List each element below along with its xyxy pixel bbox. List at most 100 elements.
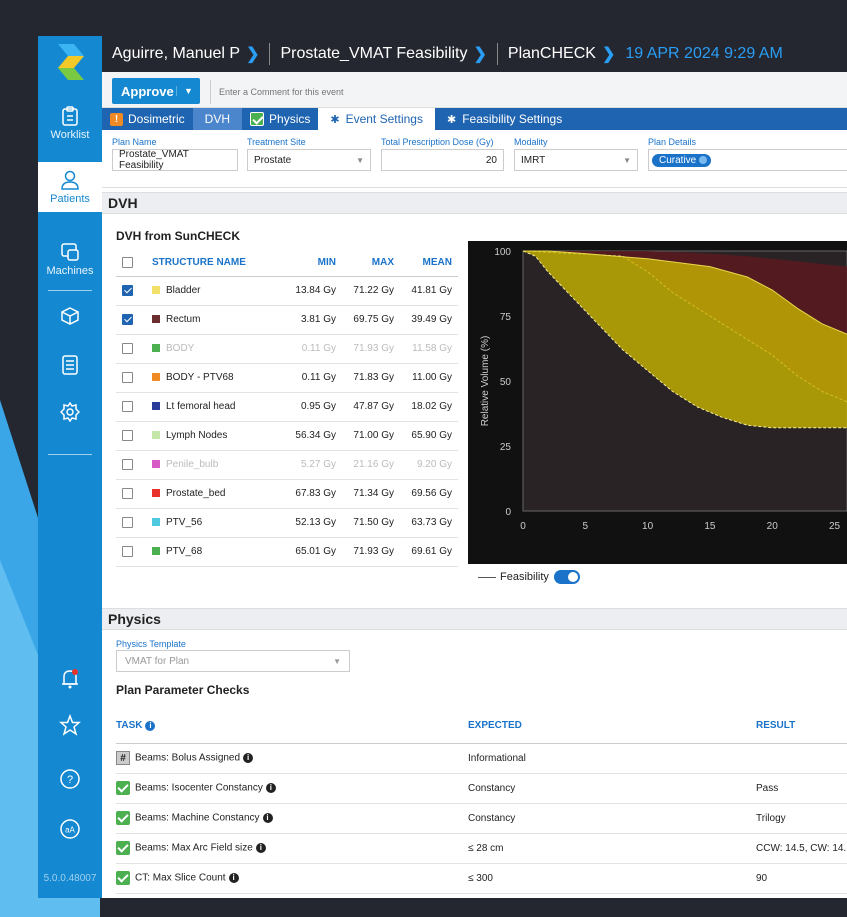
info-icon[interactable]: i — [228, 873, 239, 883]
sidebar-item-label: Patients — [50, 193, 90, 205]
table-row[interactable]: Beams: Machine Constancy i Constancy Trilog… — [116, 803, 847, 834]
table-row[interactable]: # Beams: Bolus Assigned i Informational — [116, 743, 847, 774]
tab-event-settings[interactable]: ✱ Event Settings — [318, 108, 435, 130]
row-checkbox[interactable] — [122, 545, 133, 557]
mean-dose-cell: 18.02 Gy — [400, 392, 458, 422]
plan-details-tag[interactable]: Curative — [652, 153, 712, 167]
max-dose-cell: 71.93 Gy — [342, 334, 400, 364]
notifications-button[interactable] — [38, 668, 102, 693]
tab-physics[interactable]: Physics — [242, 108, 318, 130]
column-header-structure[interactable]: STRUCTURE NAME — [146, 250, 284, 277]
help-icon: ? — [60, 769, 80, 789]
favorites-button[interactable] — [38, 714, 102, 739]
svg-text:aA: aA — [65, 826, 75, 835]
sidebar-item-qa[interactable] — [38, 306, 102, 329]
table-row[interactable]: Penile_bulb 5.27 Gy 21.16 Gy 9.20 Gy — [116, 450, 458, 480]
table-row[interactable]: Lymph Nodes 56.34 Gy 71.00 Gy 65.90 Gy — [116, 421, 458, 451]
row-checkbox[interactable] — [122, 371, 133, 383]
row-checkbox[interactable] — [122, 400, 133, 412]
column-header-task[interactable]: TASK i — [116, 709, 468, 744]
dvh-chart: 0 25 50 75 100 0 5 10 15 20 25 Relative Volume (%) — [468, 241, 847, 564]
sidebar-item-machines[interactable]: Machines — [38, 242, 102, 277]
info-icon[interactable]: i — [243, 753, 254, 763]
chevron-right-icon: ❯ — [601, 46, 616, 63]
modality-select[interactable]: IMRT ▼ — [514, 149, 638, 171]
min-dose-cell: 0.95 Gy — [284, 392, 342, 422]
table-row[interactable]: PTV_56 52.13 Gy 71.50 Gy 63.73 Gy — [116, 508, 458, 538]
row-checkbox[interactable] — [122, 342, 133, 354]
info-icon[interactable]: i — [255, 843, 266, 853]
cube-icon — [61, 307, 79, 325]
column-header-expected[interactable]: EXPECTED — [468, 709, 756, 744]
mean-dose-cell: 63.73 Gy — [400, 508, 458, 538]
plan-details-input[interactable]: Curative — [648, 149, 847, 171]
breadcrumb-divider — [496, 43, 498, 65]
column-header-min[interactable]: MIN — [284, 250, 342, 277]
table-row[interactable]: Beams: Max Arc Field size i ≤ 28 cm CCW: 14… — [116, 833, 847, 864]
info-icon[interactable]: i — [262, 813, 273, 823]
tab-feasibility-settings[interactable]: ✱ Feasibility Settings — [435, 108, 574, 130]
info-icon[interactable]: i — [145, 720, 156, 731]
tab-label: Dosimetric — [128, 112, 185, 126]
table-row[interactable]: BODY 0.11 Gy 71.93 Gy 11.58 Gy — [116, 334, 458, 364]
column-header-result[interactable]: RESULT — [756, 709, 847, 744]
table-row[interactable]: Prostate_bed 67.83 Gy 71.34 Gy 69.56 Gy — [116, 479, 458, 509]
column-header-mean[interactable]: MEAN — [400, 250, 458, 277]
min-dose-cell: 0.11 Gy — [284, 363, 342, 393]
check-icon — [116, 781, 130, 795]
dose-input[interactable]: 20 — [381, 149, 504, 171]
table-row[interactable]: PTV_68 65.01 Gy 71.93 Gy 69.61 Gy — [116, 537, 458, 567]
select-all-checkbox[interactable] — [122, 257, 133, 269]
x-tick-label: 20 — [767, 521, 779, 532]
approve-button[interactable]: Approve ▼ — [112, 78, 200, 104]
structure-color-swatch — [152, 460, 160, 469]
plan-details-field: Plan Details Curative — [648, 137, 847, 171]
table-row[interactable]: CT: Max Slice Count i ≤ 300 90 — [116, 863, 847, 894]
row-checkbox[interactable] — [122, 429, 133, 441]
field-label: Plan Details — [648, 137, 697, 147]
tab-dvh[interactable]: DVH — [192, 108, 243, 130]
sidebar-item-settings[interactable] — [38, 402, 102, 425]
bell-icon — [62, 669, 78, 689]
comment-input[interactable] — [210, 80, 810, 104]
table-row[interactable]: BODY - PTV68 0.11 Gy 71.83 Gy 11.00 Gy — [116, 363, 458, 393]
plan-name-input[interactable]: Prostate_VMAT Feasibility — [112, 149, 238, 171]
tab-dosimetric[interactable]: ! Dosimetric — [102, 108, 193, 130]
table-row[interactable]: Lt femoral head 0.95 Gy 47.87 Gy 18.02 Gy — [116, 392, 458, 422]
max-dose-cell: 69.75 Gy — [342, 305, 400, 335]
physics-template-select[interactable]: VMAT for Plan ▼ — [116, 650, 350, 672]
sidebar-item-worklist[interactable]: Worklist — [38, 106, 102, 141]
structure-name: Penile_bulb — [166, 459, 219, 470]
dvh-subtitle: DVH from SunCHECK — [116, 229, 241, 243]
min-dose-cell: 52.13 Gy — [284, 508, 342, 538]
row-checkbox[interactable] — [122, 313, 133, 325]
feasibility-toggle[interactable] — [553, 570, 580, 584]
structure-name-cell: BODY — [146, 334, 284, 364]
breadcrumb-patient[interactable]: Aguirre, Manuel P — [112, 45, 240, 63]
treatment-site-select[interactable]: Prostate ▼ — [247, 149, 371, 171]
table-row[interactable]: Beams: Isocenter Constancy i Constancy Pass — [116, 773, 847, 804]
structure-table-body: Bladder 13.84 Gy 71.22 Gy 41.81 Gy Rectum 3.8… — [116, 276, 458, 567]
column-header-max[interactable]: MAX — [342, 250, 400, 277]
table-row[interactable]: Rectum 3.81 Gy 69.75 Gy 39.49 Gy — [116, 305, 458, 335]
row-checkbox[interactable] — [122, 458, 133, 470]
breadcrumb-plan[interactable]: Prostate_VMAT Feasibility — [280, 45, 467, 63]
help-button[interactable]: ? — [38, 768, 102, 793]
sidebar-item-patients[interactable]: Patients — [38, 162, 102, 212]
clipboard-icon — [62, 106, 78, 126]
row-checkbox-cell — [116, 479, 146, 509]
breadcrumb-module[interactable]: PlanCHECK — [508, 45, 596, 63]
row-checkbox[interactable] — [122, 487, 133, 499]
info-icon[interactable]: i — [265, 783, 276, 793]
tag-remove-icon[interactable] — [699, 156, 708, 164]
approve-dropdown-toggle[interactable]: ▼ — [176, 86, 200, 96]
structure-name: BODY - PTV68 — [166, 372, 234, 383]
select-all-cell — [116, 250, 146, 277]
sidebar-item-reports[interactable] — [38, 354, 102, 379]
row-checkbox[interactable] — [122, 516, 133, 528]
tab-label: Feasibility Settings — [462, 112, 563, 126]
check-icon — [116, 811, 130, 825]
table-row[interactable]: Bladder 13.84 Gy 71.22 Gy 41.81 Gy — [116, 276, 458, 306]
font-size-button[interactable]: aA — [38, 818, 102, 843]
row-checkbox[interactable] — [122, 284, 133, 296]
